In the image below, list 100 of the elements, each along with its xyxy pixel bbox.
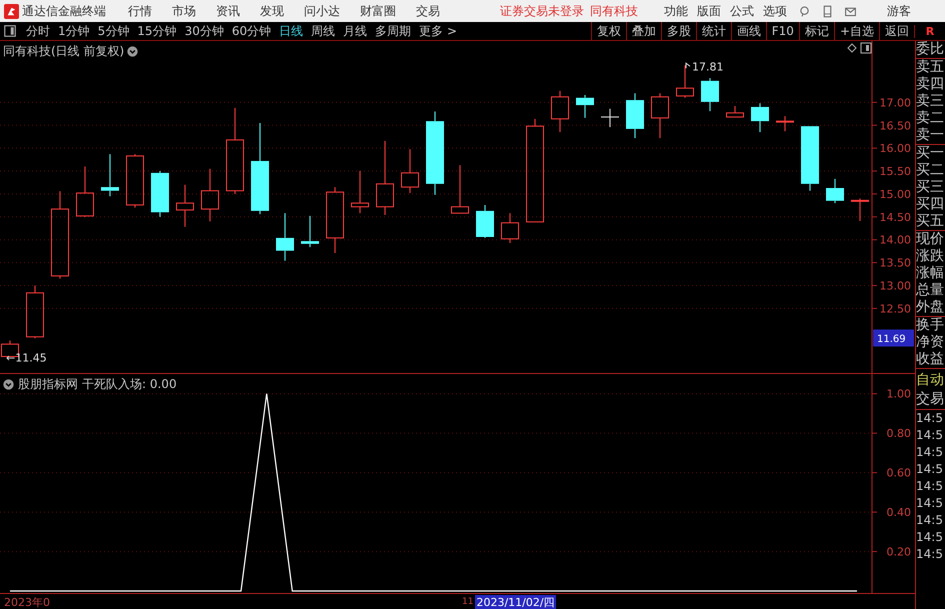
menu-item[interactable]: 功能 xyxy=(664,2,688,20)
menu-item[interactable]: 公式 xyxy=(730,2,754,20)
period-tab[interactable]: 1分钟 xyxy=(54,22,94,40)
trade-time: 14:5 xyxy=(916,495,944,512)
quote-label: 委比 xyxy=(916,41,945,58)
quote-label: 现价 xyxy=(916,231,945,248)
period-tab[interactable]: 日线 xyxy=(275,22,308,40)
chevron-icon[interactable] xyxy=(127,46,138,57)
trade-time: 14:5 xyxy=(916,444,944,461)
candle xyxy=(851,198,869,222)
candle xyxy=(801,126,819,192)
axis-label: 1.00 xyxy=(886,388,911,401)
quote-label: 外盘 xyxy=(916,299,945,316)
menu-item[interactable]: 资讯 xyxy=(216,2,240,20)
low-price-label: ←11.45 xyxy=(6,352,47,365)
price-cursor-label: 11.69 xyxy=(877,334,906,346)
diamond-icon xyxy=(847,43,857,53)
axis-label: 15.00 xyxy=(880,188,911,201)
corner-label: R xyxy=(914,24,945,38)
candle xyxy=(101,154,119,197)
trade-label: 交易 xyxy=(916,390,945,410)
quote-label: 收益 xyxy=(916,351,945,368)
trade-time: 14:5 xyxy=(916,546,944,563)
axis-label: 15.50 xyxy=(880,165,911,178)
menu-item[interactable]: 版面 xyxy=(697,2,721,20)
trade-time: 14:5 xyxy=(916,410,944,427)
quote-label: 买四 xyxy=(916,196,945,213)
user-name[interactable]: 游客 xyxy=(887,2,911,20)
candle xyxy=(201,168,219,222)
price-cursor-box xyxy=(873,330,914,347)
menu-item[interactable]: 市场 xyxy=(172,2,196,20)
trade-time: 14:5 xyxy=(916,512,944,529)
quote-label: 卖三 xyxy=(916,93,945,110)
candle xyxy=(126,154,144,208)
candle xyxy=(326,186,344,254)
stock-link[interactable]: 同有科技 xyxy=(590,2,638,20)
axis-label: 0.80 xyxy=(886,427,911,440)
chat-icon[interactable] xyxy=(798,4,811,18)
axis-label: 0.40 xyxy=(886,506,911,520)
trade-time: 14:5 xyxy=(916,461,944,478)
period-tab[interactable]: 月线 xyxy=(339,22,372,40)
menu-item[interactable]: 问小达 xyxy=(304,2,340,20)
trade-time: 14:5 xyxy=(916,478,944,495)
candle xyxy=(651,92,669,139)
panel-toggle-icon[interactable] xyxy=(4,25,16,37)
trade-time: 14:5 xyxy=(916,427,944,444)
logo-icon xyxy=(4,4,19,18)
quote-label: 买三 xyxy=(916,179,945,196)
candle xyxy=(276,212,294,262)
period-tab[interactable]: 30分钟 xyxy=(180,22,228,40)
axis-label: 17.00 xyxy=(880,96,911,110)
menu-item[interactable]: 财富圈 xyxy=(360,2,396,20)
menu-item[interactable]: 行情 xyxy=(128,2,152,20)
app-title: 通达信金融终端 xyxy=(22,2,106,20)
quote-label: 卖四 xyxy=(916,76,945,93)
candle xyxy=(776,116,794,132)
candle xyxy=(76,166,94,218)
axis-label: 12.50 xyxy=(880,302,911,316)
period-tab[interactable]: 周线 xyxy=(307,22,340,40)
indicator-reading: 干死队入场: 0.00 xyxy=(82,376,177,393)
candle xyxy=(501,212,519,244)
candle xyxy=(401,148,419,194)
candle xyxy=(626,92,644,139)
candle xyxy=(826,178,844,204)
chevron-icon[interactable] xyxy=(3,379,14,390)
quote-label: 买五 xyxy=(916,213,945,230)
menu-item[interactable]: 交易 xyxy=(416,2,440,20)
mode-label[interactable]: 自动 xyxy=(916,371,945,390)
trade-time: 14:5 xyxy=(916,529,944,546)
axis-label: 14.00 xyxy=(880,234,911,247)
period-tab[interactable]: 更多 > xyxy=(415,22,461,40)
mail-icon[interactable] xyxy=(844,4,857,18)
period-tab[interactable]: 60分钟 xyxy=(228,22,276,40)
date-label: 11 xyxy=(462,597,474,607)
quote-label: 卖一 xyxy=(916,127,945,144)
period-tab[interactable]: 分时 xyxy=(22,22,54,40)
candle xyxy=(176,184,194,228)
axis-label: 16.00 xyxy=(880,142,911,156)
period-tab[interactable]: 多周期 xyxy=(371,22,416,40)
phone-icon[interactable] xyxy=(821,4,834,18)
quote-label: 买一 xyxy=(916,145,945,162)
menu-item[interactable]: 选项 xyxy=(763,2,787,20)
candle xyxy=(600,108,620,128)
candle xyxy=(476,204,494,238)
quote-label: 换手 xyxy=(916,317,945,334)
high-price-label: 17.81 xyxy=(692,60,724,74)
date-cursor-label: 2023/11/02/四 xyxy=(475,594,556,609)
candle xyxy=(151,170,169,218)
quote-label: 买二 xyxy=(916,162,945,179)
period-tab[interactable]: 5分钟 xyxy=(94,22,134,40)
chart-title: 同有科技(日线 前复权) xyxy=(3,43,124,60)
candle xyxy=(751,102,769,133)
period-tab[interactable]: 15分钟 xyxy=(133,22,181,40)
quote-label: 净资 xyxy=(916,334,945,351)
candle xyxy=(301,215,319,248)
quote-label: 卖五 xyxy=(916,59,945,76)
axis-label: 0.60 xyxy=(886,466,911,480)
quote-label: 涨跌 xyxy=(916,248,945,265)
menu-item[interactable]: 发现 xyxy=(260,2,284,20)
quote-label: 总量 xyxy=(916,282,945,299)
